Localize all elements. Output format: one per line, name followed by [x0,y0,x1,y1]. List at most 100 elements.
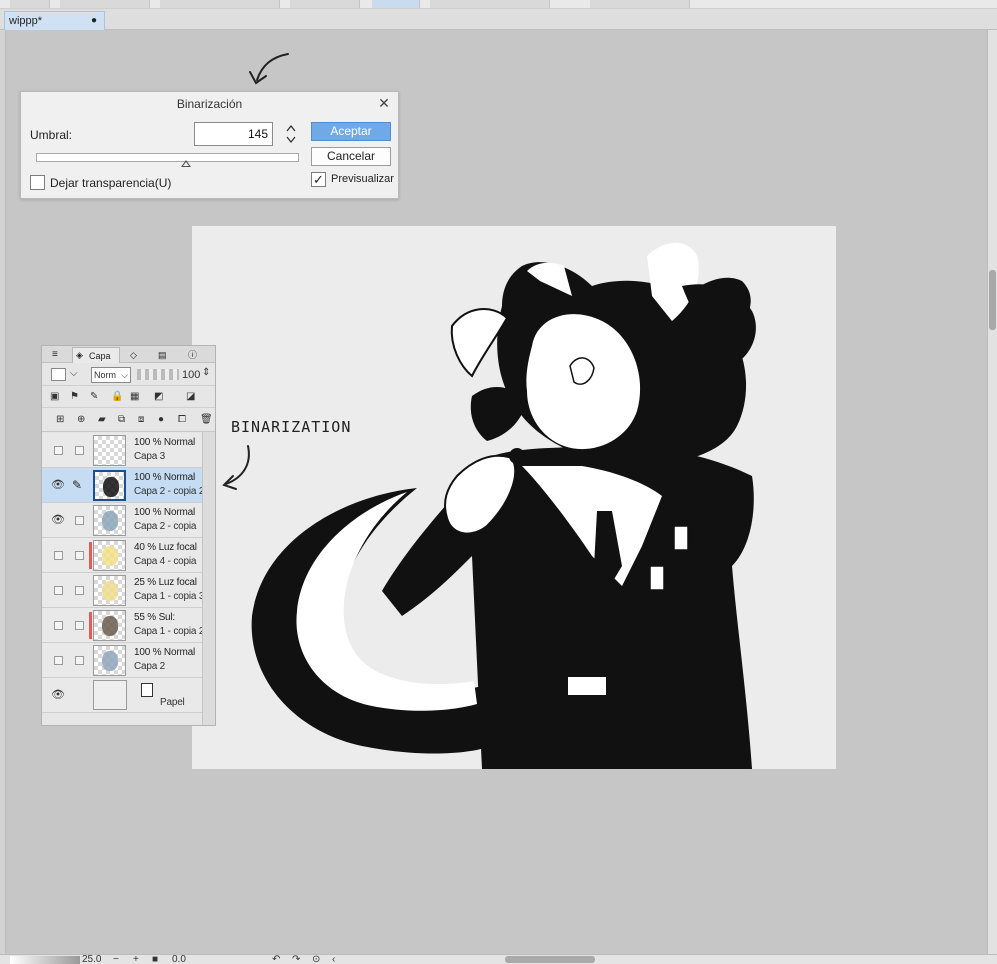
layer-lock-toggle[interactable] [75,446,84,455]
threshold-slider[interactable] [36,153,299,162]
new-folder-icon[interactable]: ▰ [98,413,106,427]
clip-layer-icon[interactable]: ▣ [50,390,59,404]
eye-icon[interactable]: 👁 [51,478,65,492]
blend-mode-select[interactable]: Norm ⌵ [91,367,131,383]
pencil-icon: ✎ [71,478,83,492]
chevron-down-icon[interactable]: ⌵ [70,367,78,381]
apply-mask-icon[interactable]: ⧠ [178,413,186,427]
visibility-toggle[interactable] [54,586,63,595]
layer-row[interactable]: 25 % Luz focal Capa 1 - copia 3 [42,573,205,608]
opacity-slider[interactable] [137,369,179,380]
layer-row-paper[interactable]: 👁 Papel [42,678,202,713]
layer-name: Capa 4 - copia [134,556,197,567]
mask-icon[interactable]: ◩ [154,390,163,404]
close-icon[interactable]: ✕ [376,95,392,111]
layer-row[interactable]: 👁 100 % Normal Capa 2 - copia [42,503,202,538]
spinner-arrows-icon[interactable] [285,123,297,145]
zoom-in-button[interactable]: + [133,955,139,964]
layer-actions-row: ⊞ ⊕ ▰ ⧉ ⧈ ● ⧠ 🗑 [42,408,215,432]
preview-checkbox[interactable]: ✓ [311,172,326,187]
lock-transparency-icon[interactable]: ▦ [130,390,139,404]
visibility-toggle[interactable] [54,551,63,560]
status-bar: 25.0 − + ■ 0.0 ↶ ↷ ⊙ ‹ [0,954,997,964]
eye-icon[interactable]: 👁 [51,688,65,702]
create-mask-icon[interactable]: ● [158,413,164,427]
toolbar-button[interactable] [430,0,550,8]
trash-icon[interactable]: 🗑 [200,413,213,427]
layer-lock-toggle[interactable] [75,551,84,560]
reset-rotation-icon[interactable]: ⊙ [312,955,320,964]
layer-panel: ≡ Capa ◈ ◇ ▤ ⓘ ⌵ Norm ⌵ 100 ⇕ ▣ ⚑ ✎ 🔒 ▦ ◩… [41,345,216,726]
layer-name: Papel [160,697,185,708]
layer-color-box[interactable] [51,368,66,381]
vertical-scrollbar[interactable] [987,30,997,954]
layer-row[interactable]: 55 % Sul: Capa 1 - copia 2 [42,608,204,643]
layer-name: Capa 1 - copia 3 [134,591,205,602]
keep-transparency-checkbox[interactable] [30,175,45,190]
layer-row[interactable]: 100 % Normal Capa 2 [42,643,202,678]
layer-thumbnail [93,435,126,466]
info-icon[interactable]: ⓘ [188,347,197,363]
navigator-icon[interactable]: ▤ [158,347,167,363]
fit-icon[interactable]: ■ [152,955,158,964]
eye-icon[interactable]: 👁 [51,513,65,527]
visibility-toggle[interactable] [54,656,63,665]
layer-list-scrollbar[interactable] [202,432,215,725]
horizontal-scrollbar-thumb[interactable] [505,956,595,963]
thumbnail-figure [102,581,118,601]
modified-dot-icon[interactable]: ● [91,15,97,26]
layer-lock-toggle[interactable] [75,516,84,525]
annotation-arrow-top [256,53,289,81]
layer-mode: 100 % Normal [134,507,195,518]
thumbnail-figure [102,511,118,531]
layer-lock-toggle[interactable] [75,586,84,595]
layer-lock-toggle[interactable] [75,621,84,630]
toolbar-button[interactable] [160,0,280,8]
cancel-button[interactable]: Cancelar [311,147,391,166]
document-tab[interactable]: wippp* ● [4,11,105,30]
toolbar-button[interactable] [10,0,50,8]
layer-lock-toggle[interactable] [75,656,84,665]
layer-info: 100 % Normal Capa 2 - copia 2 [134,471,204,499]
layer-thumbnail [93,540,126,571]
threshold-spinner[interactable] [285,123,297,145]
new-vector-layer-icon[interactable]: ⊕ [77,413,85,427]
opacity-spinner-icon[interactable]: ⇕ [202,366,210,380]
layer-info: Papel [160,696,185,710]
reference-layer-icon[interactable]: ⚑ [70,390,79,404]
draft-layer-icon[interactable]: ✎ [90,390,98,404]
opacity-value[interactable]: 100 [182,368,200,382]
chevron-down-icon: ⌵ [121,370,128,380]
rotation-value[interactable]: 0.0 [172,955,186,964]
layer-property-icon[interactable]: ◇ [130,347,137,363]
toolbar-button[interactable] [290,0,360,8]
layer-row[interactable]: 100 % Normal Capa 3 [42,433,202,468]
ok-button[interactable]: Aceptar [311,122,391,141]
rotate-right-icon[interactable]: ↷ [292,955,300,964]
layer-row[interactable]: 40 % Luz focal Capa 4 - copia [42,538,202,573]
annotation-arrowhead-top [249,71,267,85]
zoom-slider[interactable] [10,956,80,964]
visibility-toggle[interactable] [54,446,63,455]
transfer-down-icon[interactable]: ⧉ [118,413,125,427]
threshold-slider-thumb[interactable] [180,160,191,167]
merge-down-icon[interactable]: ⧈ [138,413,144,427]
top-toolbar [0,0,997,9]
toolbar-button[interactable] [60,0,150,8]
visibility-toggle[interactable] [54,621,63,630]
rotate-left-icon[interactable]: ↶ [272,955,280,964]
zoom-out-button[interactable]: − [113,955,119,964]
scroll-left-icon[interactable]: ‹ [332,955,335,964]
threshold-input[interactable] [194,122,273,146]
toolbar-button-active[interactable] [372,0,420,8]
new-raster-layer-icon[interactable]: ⊞ [56,413,64,427]
ruler-icon[interactable]: ◪ [186,390,195,404]
layer-color-tag [89,612,92,639]
layer-row[interactable]: 👁 ✎ 100 % Normal Capa 2 - copia 2 [42,468,204,503]
toolbar-button[interactable] [590,0,690,8]
scrollbar-thumb[interactable] [989,270,996,330]
panel-menu-icon[interactable]: ≡ [52,347,58,363]
lock-icon[interactable]: 🔒 [111,390,123,404]
drawing-canvas[interactable] [192,226,836,769]
zoom-value[interactable]: 25.0 [82,955,101,964]
